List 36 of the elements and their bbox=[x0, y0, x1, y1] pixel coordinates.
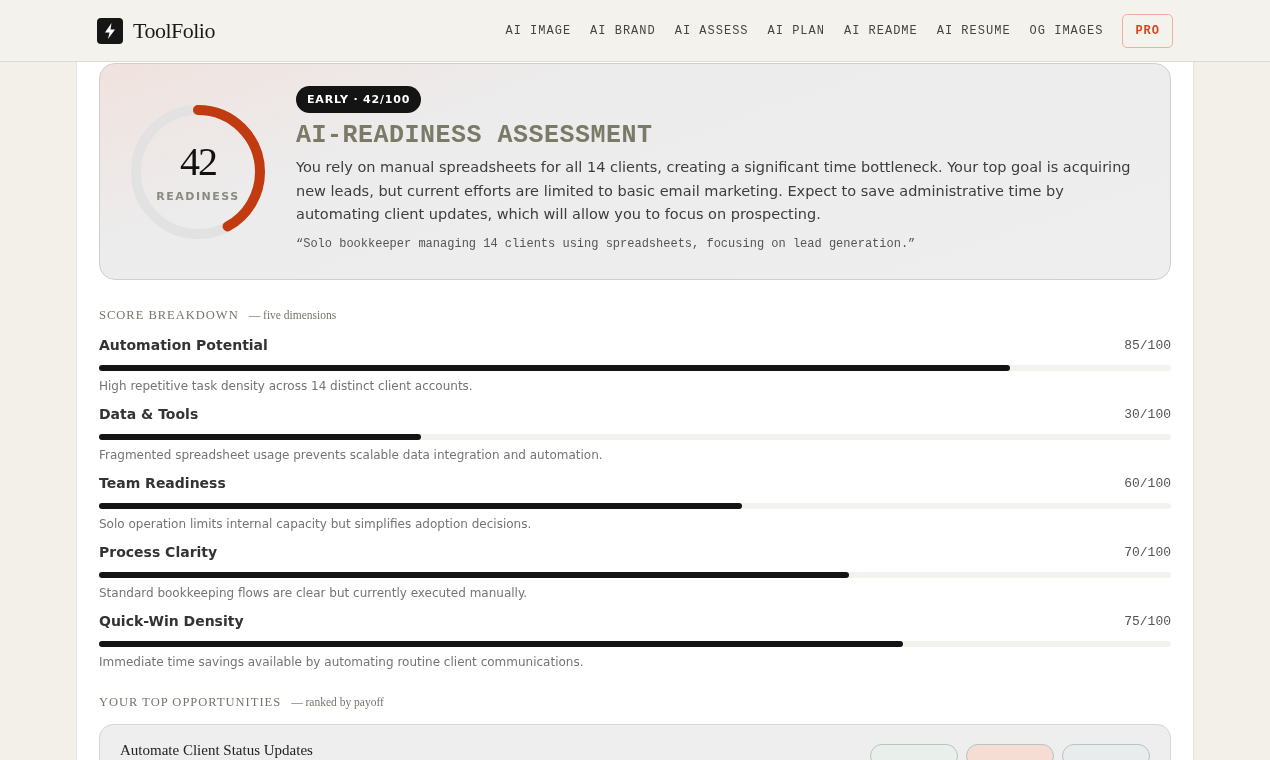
nav-link[interactable]: AI IMAGE bbox=[505, 23, 572, 38]
score-label: READINESS bbox=[156, 189, 240, 203]
opportunity-title: Automate Client Status Updates bbox=[120, 742, 313, 759]
dimension-note: Solo operation limits internal capacity but simplifies adoption decisions. bbox=[99, 517, 533, 531]
section-subheading: — five dimensions bbox=[248, 309, 337, 321]
score-value: 42 bbox=[180, 141, 216, 182]
section-heading: YOUR TOP OPPORTUNITIES bbox=[99, 695, 282, 710]
section-heading: SCORE BREAKDOWN bbox=[99, 308, 239, 323]
dimension-note: Immediate time savings available by automating routine client communications. bbox=[99, 655, 585, 669]
dimension-name: Data & Tools bbox=[99, 406, 199, 422]
nav-link[interactable]: AI ASSESS bbox=[674, 23, 749, 38]
dimension-score: 70/100 bbox=[1124, 544, 1171, 560]
dimension-score: 75/100 bbox=[1124, 613, 1171, 629]
pro-button[interactable]: PRO bbox=[1122, 13, 1173, 48]
nav-link[interactable]: AI BRAND bbox=[590, 23, 656, 38]
dimension-note: Fragmented spreadsheet usage prevents scalable data integration and automation. bbox=[99, 448, 604, 462]
nav-link[interactable]: AI README bbox=[843, 23, 918, 38]
logo-text: ToolFolio bbox=[133, 17, 215, 44]
dimension-name: Process Clarity bbox=[99, 544, 218, 560]
profile-quote: “Solo bookkeeper managing 14 clients using spreadsheets, focusing on lead generation.” bbox=[296, 236, 916, 251]
lightning-bolt-icon bbox=[97, 17, 123, 44]
level-badge: EARLY · 42/100 bbox=[296, 86, 422, 113]
nav-link[interactable]: OG IMAGES bbox=[1029, 23, 1104, 38]
dimension-name: Team Readiness bbox=[99, 475, 226, 491]
dimension-note: High repetitive task density across 14 distinct client accounts. bbox=[99, 379, 474, 393]
dimension-name: Automation Potential bbox=[99, 337, 268, 353]
assessment-title: AI-READINESS ASSESSMENT bbox=[296, 121, 653, 150]
nav-link[interactable]: AI RESUME bbox=[936, 23, 1011, 38]
dimension-note: Standard bookkeeping flows are clear but currently executed manually. bbox=[99, 586, 529, 600]
section-subheading: — ranked by payoff bbox=[291, 696, 384, 708]
summary-text: You rely on manual spreadsheets for all 14 clients, creating a significant time bottleneck. Your top goal is acquiring new leads, but current efforts are limited to basic email marketing. Expect to save administrative time by automating client updates, which will allow you to focus on prospecting. bbox=[296, 158, 1132, 224]
dimension-name: Quick-Win Density bbox=[99, 613, 244, 629]
dimension-score: 60/100 bbox=[1124, 475, 1171, 491]
dimension-score: 30/100 bbox=[1124, 406, 1171, 422]
dimension-score: 85/100 bbox=[1124, 337, 1171, 353]
nav-link[interactable]: AI PLAN bbox=[767, 23, 825, 38]
